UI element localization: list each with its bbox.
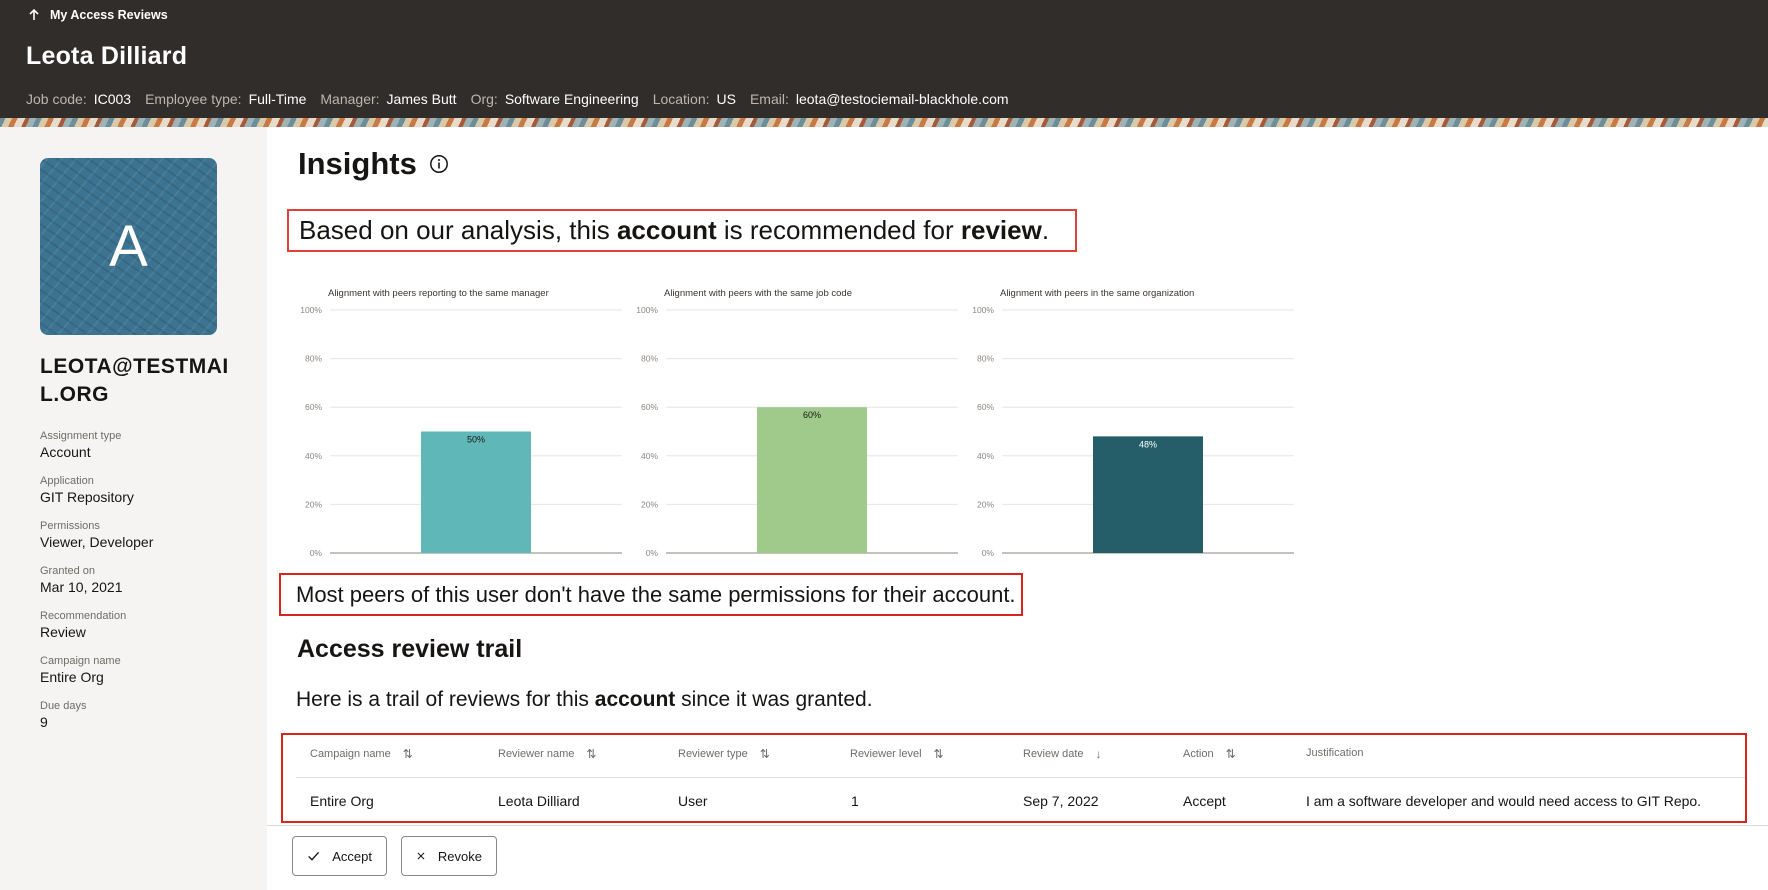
sort-icon[interactable]: ⇅ <box>760 747 770 761</box>
footer-divider <box>267 825 1768 826</box>
column-header-reviewer-level[interactable]: Reviewer level ⇅ <box>850 747 944 761</box>
y-tick-label: 40% <box>641 451 658 461</box>
table-cell-reviewer-name: Leota Dilliard <box>498 793 580 809</box>
y-tick-label: 80% <box>305 354 322 364</box>
chart-job-code-peers: Alignment with peers with the same job c… <box>636 270 966 558</box>
table-cell-action: Accept <box>1183 793 1226 809</box>
detail-recommendation: Recommendation Review <box>40 610 127 640</box>
y-tick-label: 0% <box>310 548 323 558</box>
bar-data-label: 48% <box>1139 439 1157 449</box>
meta-job-code: Job code: IC003 <box>26 91 132 107</box>
bar <box>421 431 531 553</box>
column-header-reviewer-type[interactable]: Reviewer type ⇅ <box>678 747 770 761</box>
sort-descending-icon[interactable]: ↓ <box>1096 747 1102 761</box>
column-header-action[interactable]: Action ⇅ <box>1183 747 1236 761</box>
page-header: My Access Reviews Leota Dilliard Job cod… <box>0 0 1768 118</box>
info-icon[interactable] <box>429 154 449 174</box>
detail-application: Application GIT Repository <box>40 475 134 505</box>
meta-employee-type: Employee type: Full-Time <box>145 91 307 107</box>
y-tick-label: 40% <box>305 451 322 461</box>
y-tick-label: 100% <box>300 305 322 315</box>
accept-button-label: Accept <box>332 848 372 864</box>
detail-due-days: Due days 9 <box>40 700 87 730</box>
avatar-initial: A <box>109 214 148 279</box>
detail-assignment-type: Assignment type Account <box>40 430 122 460</box>
column-header-reviewer-name[interactable]: Reviewer name ⇅ <box>498 747 596 761</box>
y-tick-label: 60% <box>305 402 322 412</box>
chart-title: Alignment with peers with the same job c… <box>664 288 852 299</box>
header-pattern-strip <box>0 118 1768 127</box>
trail-description: Here is a trail of reviews for this acco… <box>296 688 873 711</box>
meta-org: Org: Software Engineering <box>470 91 639 107</box>
chart-job-code-peers-svg: Alignment with peers with the same job c… <box>636 288 958 558</box>
table-header-divider <box>296 777 1745 778</box>
chart-title: Alignment with peers in the same organiz… <box>1000 288 1194 299</box>
y-tick-label: 0% <box>646 548 659 558</box>
recommendation-text: Based on our analysis, this account is r… <box>299 215 1050 245</box>
recommendation-subject: account <box>616 215 717 245</box>
detail-campaign-name: Campaign name Entire Org <box>40 655 121 685</box>
avatar: A <box>40 158 217 335</box>
peers-summary-text: Most peers of this user don't have the s… <box>296 582 1016 607</box>
bar-data-label: 60% <box>803 410 821 420</box>
account-details: Assignment type Account Application GIT Re… <box>40 430 250 745</box>
y-tick-label: 60% <box>641 402 658 412</box>
column-header-campaign-name[interactable]: Campaign name ⇅ <box>310 747 413 761</box>
chart-manager-peers-svg: Alignment with peers reporting to the sa… <box>300 288 622 558</box>
meta-email: Email: leota@testociemail-blackhole.com <box>749 91 1009 107</box>
table-cell-review-date: Sep 7, 2022 <box>1023 793 1099 809</box>
close-icon <box>417 852 425 860</box>
sort-icon[interactable]: ⇅ <box>586 747 596 761</box>
chart-organization-peers-svg: Alignment with peers in the same organiz… <box>972 288 1294 558</box>
table-cell-reviewer-level: 1 <box>851 793 859 809</box>
back-link[interactable]: My Access Reviews <box>28 8 168 22</box>
revoke-button[interactable]: Revoke <box>401 836 497 876</box>
sort-icon[interactable]: ⇅ <box>1226 747 1236 761</box>
user-name-title: Leota Dilliard <box>26 42 188 70</box>
recommendation-value: review <box>960 215 1042 245</box>
account-sidebar: A LEOTA@TESTMAIL.ORG Assignment type Acco… <box>0 127 267 890</box>
y-tick-label: 60% <box>977 402 994 412</box>
chart-title: Alignment with peers reporting to the sa… <box>328 288 549 299</box>
y-tick-label: 20% <box>641 499 658 509</box>
y-tick-label: 80% <box>977 354 994 364</box>
insights-heading: Insights <box>298 146 449 182</box>
bar <box>1093 436 1203 553</box>
detail-granted-on: Granted on Mar 10, 2021 <box>40 565 123 595</box>
y-tick-label: 80% <box>641 354 658 364</box>
insights-title: Insights <box>298 146 417 181</box>
meta-location: Location: US <box>652 91 736 107</box>
sort-icon[interactable]: ⇅ <box>403 747 413 761</box>
user-meta-row: Job code: IC003 Employee type: Full-Time M… <box>26 91 1009 107</box>
table-cell-reviewer-type: User <box>678 793 708 809</box>
y-tick-label: 40% <box>977 451 994 461</box>
table-cell-justification: I am a software developer and would need… <box>1306 793 1702 809</box>
table-cell-campaign-name: Entire Org <box>310 793 374 809</box>
bar <box>757 407 867 553</box>
revoke-button-label: Revoke <box>437 848 482 864</box>
column-header-review-date[interactable]: Review date ↓ <box>1023 747 1102 761</box>
check-icon <box>308 851 320 861</box>
arrow-up-icon <box>29 9 39 20</box>
chart-organization-peers: Alignment with peers in the same organiz… <box>972 270 1302 558</box>
y-tick-label: 20% <box>977 499 994 509</box>
back-link-label: My Access Reviews <box>50 8 168 22</box>
y-tick-label: 0% <box>982 548 995 558</box>
sort-icon[interactable]: ⇅ <box>934 747 944 761</box>
bar-data-label: 50% <box>467 435 485 445</box>
trail-title: Access review trail <box>297 635 523 663</box>
detail-permissions: Permissions Viewer, Developer <box>40 520 154 550</box>
account-name: LEOTA@TESTMAIL.ORG <box>40 355 229 406</box>
y-tick-label: 100% <box>972 305 994 315</box>
meta-manager: Manager: James Butt <box>320 91 457 107</box>
chart-manager-peers: Alignment with peers reporting to the sa… <box>300 270 630 558</box>
y-tick-label: 100% <box>636 305 658 315</box>
column-header-justification: Justification <box>1306 747 1364 759</box>
y-tick-label: 20% <box>305 499 322 509</box>
accept-button[interactable]: Accept <box>292 836 387 876</box>
